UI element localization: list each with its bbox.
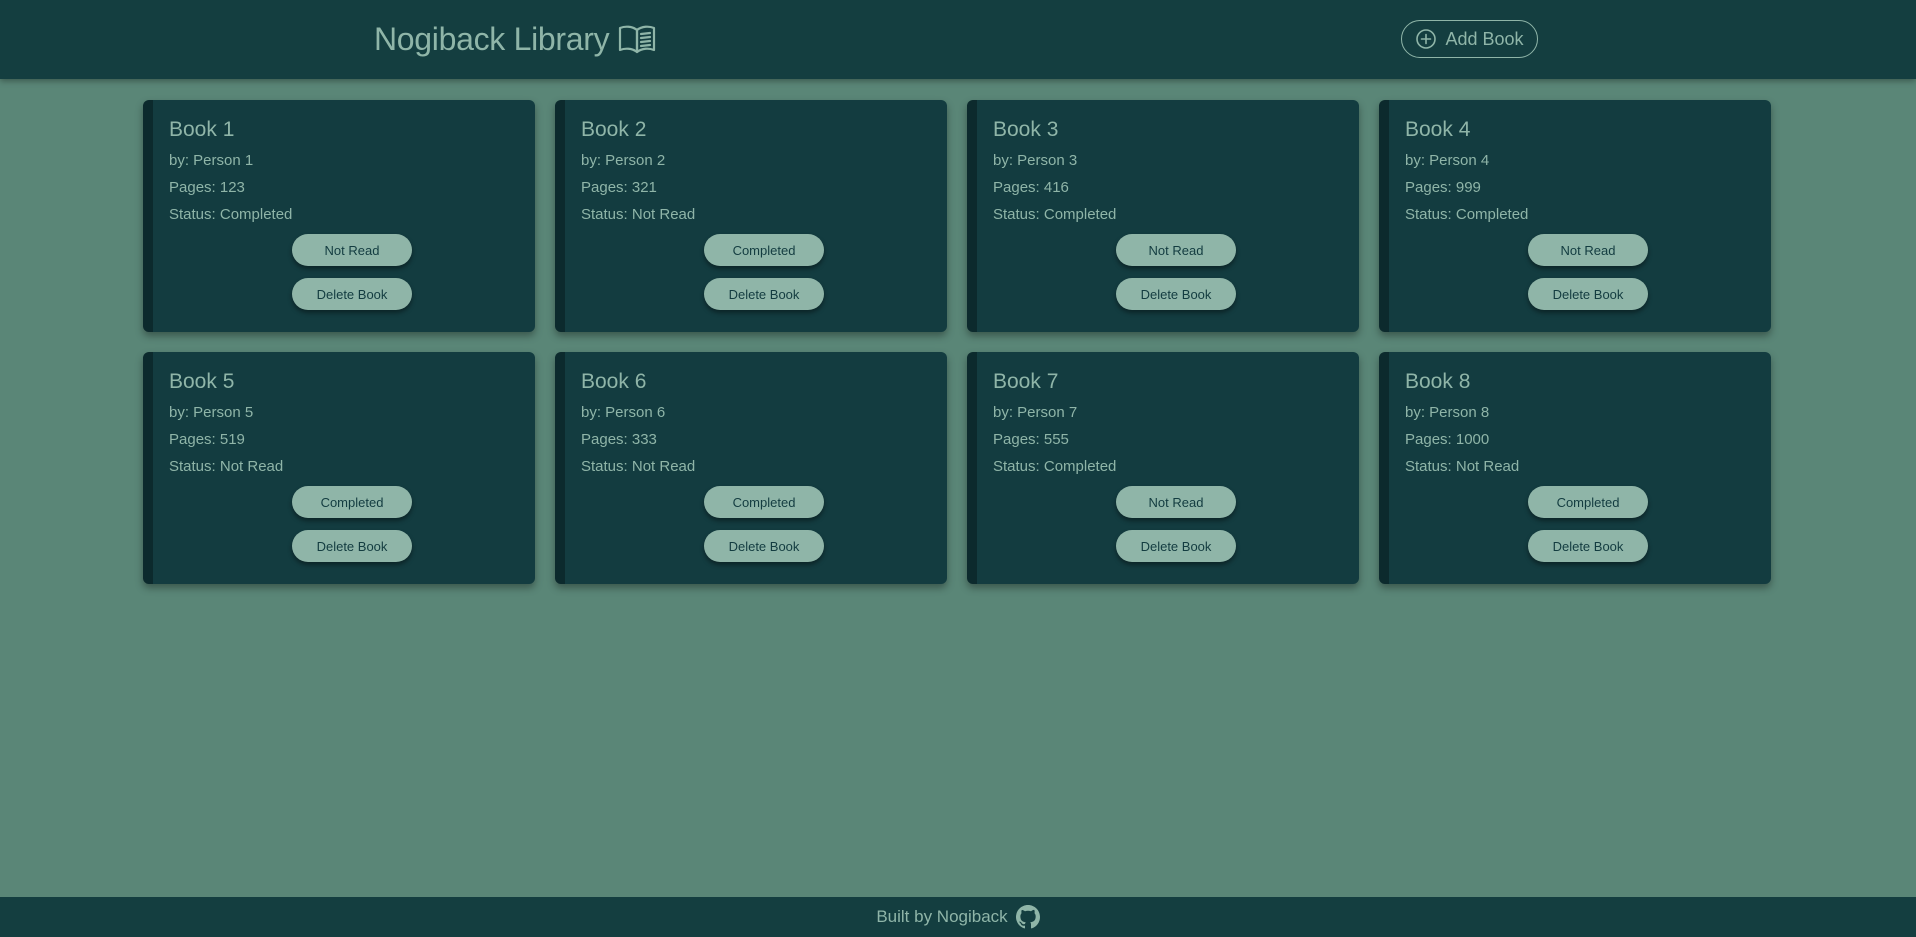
book-author: by: Person 1 xyxy=(169,152,254,169)
book-author: by: Person 7 xyxy=(993,404,1078,421)
toggle-read-button[interactable]: Completed xyxy=(1528,486,1648,518)
delete-book-button[interactable]: Delete Book xyxy=(704,278,824,310)
book-pages: Pages: 999 xyxy=(1405,179,1481,196)
toggle-read-button[interactable]: Not Read xyxy=(1116,234,1236,266)
delete-book-button[interactable]: Delete Book xyxy=(1116,530,1236,562)
brand: Nogiback Library xyxy=(374,18,657,60)
book-status: Status: Completed xyxy=(169,206,293,223)
toggle-read-button[interactable]: Completed xyxy=(292,486,412,518)
github-icon[interactable] xyxy=(1015,905,1040,929)
book-pages: Pages: 555 xyxy=(993,431,1069,448)
book-author: by: Person 4 xyxy=(1405,152,1490,169)
delete-book-button[interactable]: Delete Book xyxy=(1528,530,1648,562)
book-card: Book 1 by: Person 1 Pages: 123 Status: C… xyxy=(143,100,535,332)
book-card: Book 4 by: Person 4 Pages: 999 Status: C… xyxy=(1379,100,1771,332)
book-grid: Book 1 by: Person 1 Pages: 123 Status: C… xyxy=(143,100,1772,584)
toggle-read-button[interactable]: Completed xyxy=(704,234,824,266)
add-book-button[interactable]: Add Book xyxy=(1401,20,1538,58)
book-author: by: Person 3 xyxy=(993,152,1078,169)
book-status: Status: Not Read xyxy=(581,458,696,475)
book-status: Status: Completed xyxy=(993,458,1117,475)
delete-book-button[interactable]: Delete Book xyxy=(292,278,412,310)
book-title: Book 6 xyxy=(581,370,647,393)
app-footer: Built by Nogiback xyxy=(0,897,1916,937)
toggle-read-button[interactable]: Not Read xyxy=(292,234,412,266)
footer-credit: Built by Nogiback xyxy=(876,907,1008,926)
book-status: Status: Not Read xyxy=(581,206,696,223)
book-card: Book 3 by: Person 3 Pages: 416 Status: C… xyxy=(967,100,1359,332)
book-status: Status: Completed xyxy=(993,206,1117,223)
app-title: Nogiback Library xyxy=(374,20,610,57)
app-header: Nogiback Library Add Book xyxy=(0,0,1916,79)
book-pages: Pages: 123 xyxy=(169,179,245,196)
book-pages: Pages: 321 xyxy=(581,179,657,196)
book-author: by: Person 8 xyxy=(1405,404,1490,421)
book-title: Book 4 xyxy=(1405,118,1471,141)
book-status: Status: Not Read xyxy=(1405,458,1520,475)
book-pages: Pages: 333 xyxy=(581,431,657,448)
open-book-icon xyxy=(619,25,656,54)
book-status: Status: Completed xyxy=(1405,206,1529,223)
plus-circle-icon xyxy=(1416,29,1437,49)
book-title: Book 2 xyxy=(581,118,647,141)
book-title: Book 8 xyxy=(1405,370,1471,393)
book-title: Book 5 xyxy=(169,370,235,393)
delete-book-button[interactable]: Delete Book xyxy=(292,530,412,562)
book-status: Status: Not Read xyxy=(169,458,284,475)
toggle-read-button[interactable]: Not Read xyxy=(1528,234,1648,266)
book-pages: Pages: 416 xyxy=(993,179,1069,196)
book-pages: Pages: 519 xyxy=(169,431,245,448)
delete-book-button[interactable]: Delete Book xyxy=(1528,278,1648,310)
delete-book-button[interactable]: Delete Book xyxy=(704,530,824,562)
book-author: by: Person 6 xyxy=(581,404,666,421)
delete-book-button[interactable]: Delete Book xyxy=(1116,278,1236,310)
book-title: Book 1 xyxy=(169,118,235,141)
toggle-read-button[interactable]: Not Read xyxy=(1116,486,1236,518)
add-book-label: Add Book xyxy=(1445,28,1524,49)
toggle-read-button[interactable]: Completed xyxy=(704,486,824,518)
book-card: Book 5 by: Person 5 Pages: 519 Status: N… xyxy=(143,352,535,584)
book-card: Book 6 by: Person 6 Pages: 333 Status: N… xyxy=(555,352,947,584)
book-card: Book 8 by: Person 8 Pages: 1000 Status: … xyxy=(1379,352,1771,584)
book-author: by: Person 2 xyxy=(581,152,666,169)
book-pages: Pages: 1000 xyxy=(1405,431,1490,448)
book-card: Book 2 by: Person 2 Pages: 321 Status: N… xyxy=(555,100,947,332)
book-title: Book 3 xyxy=(993,118,1059,141)
book-title: Book 7 xyxy=(993,370,1059,393)
book-card: Book 7 by: Person 7 Pages: 555 Status: C… xyxy=(967,352,1359,584)
book-author: by: Person 5 xyxy=(169,404,254,421)
